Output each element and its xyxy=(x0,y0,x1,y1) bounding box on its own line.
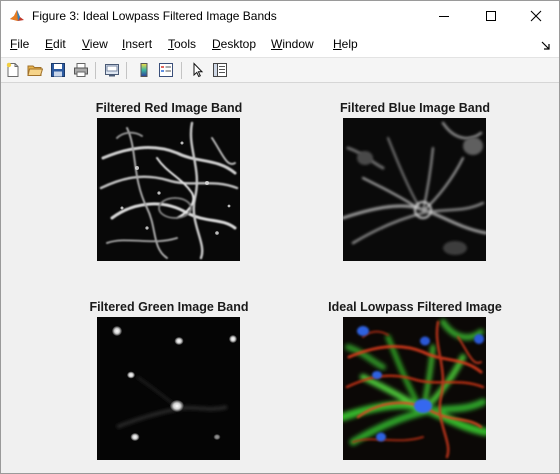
window-title: Figure 3: Ideal Lowpass Filtered Image B… xyxy=(32,9,277,23)
insert-colorbar-button[interactable] xyxy=(135,61,153,79)
panel-title-composite: Ideal Lowpass Filtered Image xyxy=(328,300,502,314)
menu-insert[interactable]: Insert xyxy=(122,37,152,51)
minimize-icon xyxy=(439,16,449,17)
maximize-button[interactable] xyxy=(468,1,514,31)
panel-title-green: Filtered Green Image Band xyxy=(89,300,249,314)
close-icon xyxy=(530,10,542,22)
insert-legend-button[interactable] xyxy=(157,61,175,79)
title-bar[interactable]: Figure 3: Ideal Lowpass Filtered Image B… xyxy=(1,1,559,32)
panel-title-red: Filtered Red Image Band xyxy=(95,101,243,115)
pointer-arrow-icon xyxy=(193,62,204,78)
save-figure-button[interactable] xyxy=(49,61,67,79)
toolbar-separator xyxy=(95,62,96,79)
figure-canvas: Filtered Red Image Band Filtered Blue Im… xyxy=(1,83,559,473)
edit-plot-button[interactable] xyxy=(188,61,206,79)
menu-window[interactable]: Window xyxy=(271,37,314,51)
menu-bar: File Edit View Insert Tools Desktop Wind… xyxy=(1,32,559,57)
print-figure-button[interactable] xyxy=(72,61,90,79)
figure-window: Figure 3: Ideal Lowpass Filtered Image B… xyxy=(0,0,560,474)
minimize-button[interactable] xyxy=(421,1,467,31)
menu-view[interactable]: View xyxy=(82,37,108,51)
figure-toolbar xyxy=(1,57,559,83)
panel-title-blue: Filtered Blue Image Band xyxy=(339,101,491,115)
toolbar-separator xyxy=(181,62,182,79)
grayscale-blue-band-image xyxy=(343,118,486,261)
printer-icon xyxy=(74,63,88,77)
toolbar-separator xyxy=(126,62,127,79)
new-document-icon xyxy=(6,62,19,77)
colorbar-icon xyxy=(140,63,148,77)
dock-figure-icon[interactable] xyxy=(541,40,551,50)
link-plot-icon xyxy=(105,64,119,77)
floppy-disk-icon xyxy=(51,63,65,77)
link-plot-button[interactable] xyxy=(103,61,121,79)
open-file-button[interactable] xyxy=(26,61,44,79)
new-figure-button[interactable] xyxy=(4,61,22,79)
menu-tools[interactable]: Tools xyxy=(168,37,196,51)
property-inspector-icon xyxy=(213,63,227,77)
grayscale-red-band-image xyxy=(97,118,240,261)
legend-icon xyxy=(159,63,173,77)
grayscale-green-band-image xyxy=(97,317,240,460)
matlab-logo-icon xyxy=(9,8,25,24)
menu-file[interactable]: File xyxy=(10,37,29,51)
menu-desktop[interactable]: Desktop xyxy=(212,37,256,51)
folder-open-icon xyxy=(27,65,43,76)
color-composite-image xyxy=(343,317,486,460)
menu-help[interactable]: Help xyxy=(333,37,358,51)
close-button[interactable] xyxy=(513,1,559,31)
property-inspector-button[interactable] xyxy=(211,61,229,79)
maximize-icon xyxy=(486,11,496,21)
menu-edit[interactable]: Edit xyxy=(45,37,66,51)
